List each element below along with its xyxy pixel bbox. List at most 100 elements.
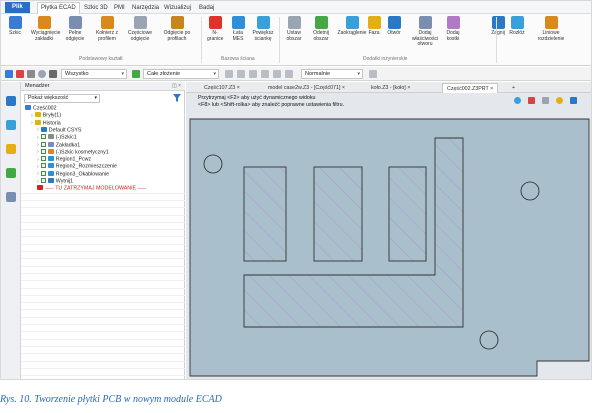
ribbon-button[interactable]: Odetnij obszar xyxy=(310,16,332,42)
chevron-right-icon[interactable]: › xyxy=(37,164,39,170)
tree-item[interactable]: › Region1_Pcwz xyxy=(37,156,91,163)
ribbon-button[interactable]: Dodaj właściwości otworu xyxy=(409,16,441,48)
tree-item[interactable]: › Region3_Okablowanie xyxy=(37,170,110,178)
ribbon-button[interactable]: Powiększ ściankę xyxy=(251,16,275,42)
close-icon[interactable]: × xyxy=(340,85,345,91)
history-manager-icon[interactable] xyxy=(6,96,16,106)
pick-filter-icon[interactable] xyxy=(16,70,24,78)
feature-icon xyxy=(34,112,41,118)
region-placement[interactable] xyxy=(243,166,287,262)
ribbon-button[interactable]: Ustaw obszar xyxy=(285,16,303,42)
filter-icon[interactable] xyxy=(173,94,181,102)
user-icon[interactable] xyxy=(6,192,16,202)
layer-icon[interactable] xyxy=(261,70,269,78)
tree-item[interactable]: › Zakładka1 xyxy=(37,141,80,149)
document-tab[interactable]: model case2w.Z3 - [Część071] × xyxy=(264,83,349,93)
snap-icon[interactable] xyxy=(225,70,233,78)
mirror-icon[interactable] xyxy=(273,70,281,78)
visibility-checkbox[interactable] xyxy=(40,134,46,140)
3d-viewport[interactable]: Przytrzymaj <F2> aby użyć dynamicznego w… xyxy=(186,93,591,379)
settings-icon[interactable] xyxy=(369,70,377,78)
ribbon-button[interactable]: Liniowe rozdzielenie xyxy=(533,16,569,42)
tree-item[interactable]: › Default CSYS xyxy=(37,126,81,134)
grid-icon[interactable] xyxy=(27,70,35,78)
close-icon[interactable]: × xyxy=(489,86,493,92)
orbit-icon[interactable] xyxy=(38,70,46,78)
document-tab[interactable]: Część002.Z3PRT × xyxy=(442,83,499,93)
chevron-right-icon[interactable]: › xyxy=(37,127,39,133)
visibility-checkbox[interactable] xyxy=(40,141,46,147)
chevron-right-icon[interactable]: › xyxy=(37,179,39,185)
ribbon-button[interactable]: Kołnierz z profilem xyxy=(94,16,120,42)
visibility-checkbox[interactable] xyxy=(40,156,46,162)
ribbon-button[interactable]: N-granice xyxy=(207,16,223,42)
chevron-right-icon[interactable]: › xyxy=(37,157,39,163)
empty-row-divider xyxy=(21,331,185,333)
filter-select[interactable]: Wszystko ▾ xyxy=(61,69,127,79)
chevron-right-icon[interactable]: › xyxy=(37,142,39,148)
view-manager-icon[interactable] xyxy=(6,168,16,178)
ribbon-button[interactable]: Otwór xyxy=(386,16,402,37)
ribbon-separator xyxy=(279,17,280,63)
tree-item-label: Region3_Okablowanie xyxy=(55,171,110,178)
tab-file[interactable]: Plik xyxy=(5,2,30,13)
chevron-right-icon[interactable]: › xyxy=(37,171,39,177)
tree-item[interactable]: › Historia xyxy=(31,119,61,127)
ribbon-button[interactable]: Częściowe odgięcie xyxy=(126,16,154,42)
tree-item[interactable]: › (-)Szkic kosmetyczny1 xyxy=(37,148,109,156)
tab-sketch-3d[interactable]: Szkic 3D xyxy=(84,3,108,13)
select-icon[interactable] xyxy=(5,70,13,78)
ribbon-button[interactable]: Wyciągnięcie zakładki xyxy=(31,16,60,42)
tree-display-select[interactable]: Pokaż większość ▾ xyxy=(24,94,100,103)
document-tab[interactable]: Część107.Z3 × xyxy=(200,83,244,93)
view-menu-icon[interactable] xyxy=(49,70,57,78)
new-tab-icon[interactable]: + xyxy=(508,83,519,93)
ribbon-button[interactable]: Rozłóż xyxy=(509,16,525,37)
tree-item[interactable]: Część002 xyxy=(25,105,57,112)
tab-tools[interactable]: Narzędzia xyxy=(132,3,159,13)
chevron-right-icon[interactable]: › xyxy=(31,113,33,119)
tab-pmi[interactable]: PMI xyxy=(114,3,125,13)
tree-item[interactable]: › Wytnij1 xyxy=(37,178,73,185)
chevron-right-icon[interactable]: › xyxy=(37,135,39,141)
close-icon[interactable]: × xyxy=(235,85,240,91)
tree-item[interactable]: › (-)Szkic1 xyxy=(37,134,77,141)
ribbon-button[interactable]: Dodaj kostki xyxy=(441,16,465,42)
tab-visualize[interactable]: Wizualizuj xyxy=(164,3,191,13)
quick-toolbar: Wszystko ▾ Całe złożenie ▾ Normalnie ▾ xyxy=(1,67,591,81)
region-placement[interactable] xyxy=(388,166,427,262)
notes-icon[interactable] xyxy=(6,144,16,154)
align-icon[interactable] xyxy=(249,70,257,78)
move-icon[interactable] xyxy=(237,70,245,78)
ribbon-button[interactable]: Łata MES xyxy=(229,16,247,42)
ribbon-button[interactable]: Szkic xyxy=(7,16,23,37)
measure-icon[interactable] xyxy=(285,70,293,78)
pin-icon[interactable]: ◫ × xyxy=(172,82,181,91)
close-icon[interactable]: × xyxy=(406,85,410,91)
document-tab[interactable]: koło.Z3 - [koło] × xyxy=(367,83,414,93)
visibility-checkbox[interactable] xyxy=(40,178,46,183)
chevron-right-icon[interactable]: › xyxy=(31,120,33,126)
ribbon-button[interactable]: Zagnij xyxy=(491,16,505,37)
assembly-scope-select[interactable]: Całe złożenie ▾ xyxy=(143,69,219,79)
ribbon-button[interactable]: Faza xyxy=(366,16,382,37)
chevron-right-icon[interactable]: › xyxy=(37,149,39,155)
ribbon-button[interactable]: Zaokrąglenie xyxy=(337,16,367,37)
ribbon-button-label: Faza xyxy=(368,30,380,36)
visibility-checkbox[interactable] xyxy=(40,170,46,176)
ribbon-button[interactable]: Pełne odgięcie xyxy=(64,16,86,42)
assembly-manager-icon[interactable] xyxy=(6,120,16,130)
tree-item[interactable]: › Bryły(1) xyxy=(31,112,61,119)
visibility-checkbox[interactable] xyxy=(40,148,46,154)
stop-modeling-marker[interactable]: ----- TU ZATRZYMAJ MODELOWANIE ----- xyxy=(37,185,146,192)
tab-inspect[interactable]: Badaj xyxy=(199,3,214,13)
ribbon-button[interactable]: Odgięcie po profilach xyxy=(159,16,195,42)
ribbon-separator xyxy=(496,17,497,63)
panel-title: Menadżer xyxy=(25,83,50,89)
visibility-checkbox[interactable] xyxy=(40,163,46,169)
tab-pcb-ecad[interactable]: Płytka ECAD xyxy=(37,2,80,14)
region-placement[interactable] xyxy=(313,166,363,262)
display-mode-select[interactable]: Normalnie ▾ xyxy=(301,69,363,79)
tree-item[interactable]: › Region2_Rozmieszczenie xyxy=(37,163,117,170)
group-label-basic-shape: Podstawowy kształt xyxy=(79,56,123,62)
